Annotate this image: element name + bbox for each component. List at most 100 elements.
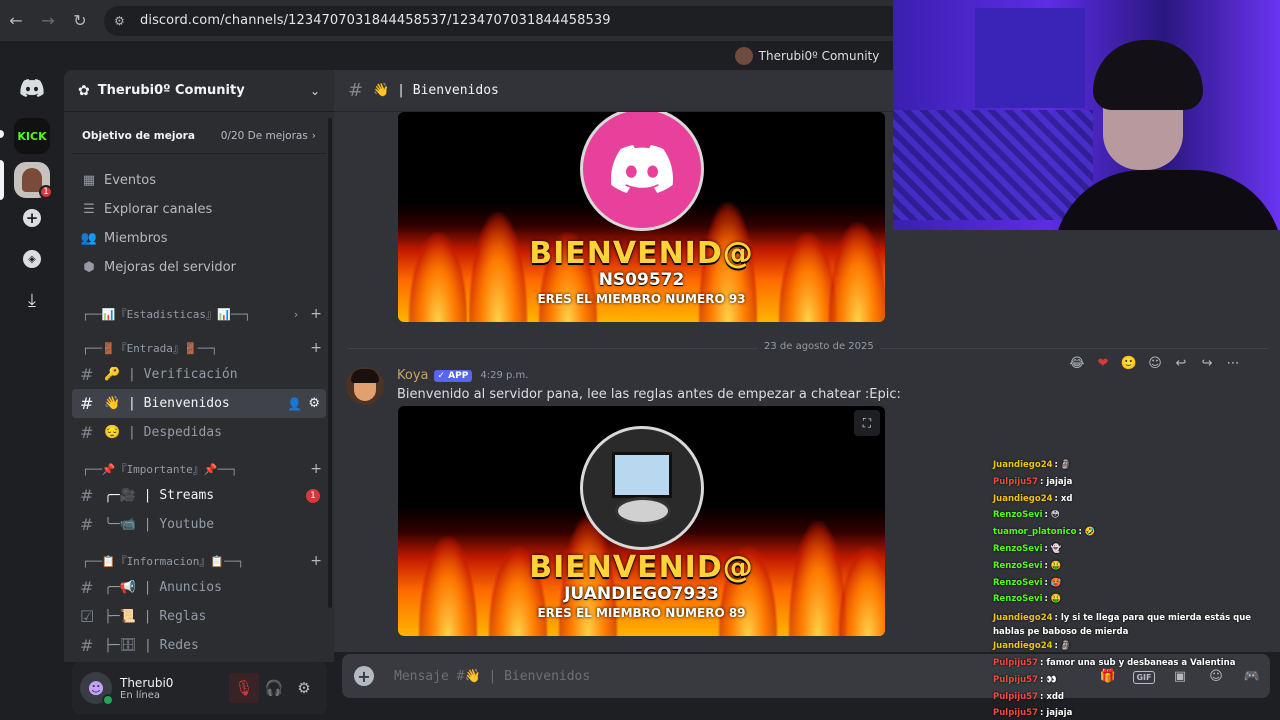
add-channel-icon[interactable]: + — [310, 340, 322, 356]
category-estadisticas[interactable]: ┌──📊『Estadisticas』📊──┐ › + — [64, 302, 334, 326]
chevron-down-icon[interactable]: ⌄ — [310, 84, 320, 98]
boost-goal[interactable]: Objetivo de mejora 0/20 De mejoras › — [72, 118, 326, 154]
text-channel-icon: # — [80, 423, 94, 442]
chat-text: : famor una sub y desbaneas a Valentina — [1040, 657, 1236, 668]
chat-message: RenzoSevi: 👻 — [993, 544, 1273, 561]
server-rail: KICK 1 + ◈ ⤓ — [0, 42, 64, 720]
channel-reglas[interactable]: ☑ ├─📜 | Reglas — [72, 602, 326, 631]
username: Therubi0 — [120, 675, 174, 690]
channel-bienvenidos[interactable]: # 👋 | Bienvenidos 👤 ⚙ — [72, 389, 326, 418]
channel-label: ╭─📢 | Anuncios — [104, 580, 222, 595]
mic-muted-icon[interactable]: 🎙 — [229, 673, 259, 703]
channel-streams[interactable]: # ╭─🎥 | Streams 1 — [72, 481, 326, 510]
invite-icon[interactable]: 👤 — [287, 397, 302, 411]
chat-username: RenzoSevi — [993, 577, 1043, 588]
user-avatar-icon: ☻ — [87, 678, 105, 698]
guild-title: Therubi0º Comunity — [758, 49, 880, 63]
chat-username: Juandiego24 — [993, 641, 1053, 652]
browse-channels-link[interactable]: ☰ Explorar canales — [64, 195, 334, 224]
discord-home-icon[interactable] — [14, 70, 50, 106]
chat-username: Pulpiju57 — [993, 674, 1038, 685]
boost-icon: ⬢ — [83, 260, 95, 275]
add-server-icon[interactable]: + — [14, 200, 50, 236]
gear-icon[interactable]: ⚙ — [308, 396, 320, 411]
chat-text: : xd — [1054, 493, 1073, 504]
browser-toolbar: ← → ↻ ⚙ discord.com/channels/12347070318… — [0, 0, 893, 42]
forward-icon[interactable]: ↪ — [1196, 352, 1218, 374]
reaction-laugh-icon[interactable]: 😂 — [1066, 352, 1088, 374]
server-boosts-link[interactable]: ⬢ Mejoras del servidor — [64, 253, 334, 282]
avatar — [580, 112, 704, 231]
chat-text: : 🤑 — [1044, 560, 1062, 571]
add-channel-icon[interactable]: + — [310, 461, 322, 477]
reaction-heart-icon[interactable]: ❤ — [1092, 352, 1114, 374]
category-label: ┌──📌『Importante』📌──┐ — [82, 463, 238, 476]
chat-username: tuamor_platonico — [993, 527, 1077, 538]
add-reaction-icon[interactable]: ☺ — [1144, 352, 1166, 374]
plate-image — [615, 497, 671, 525]
chat-username: Pulpiju57 — [993, 691, 1038, 702]
back-arrow-icon[interactable]: ← — [0, 0, 32, 42]
server-header[interactable]: ✿ Therubi0º Comunity ⌄ — [64, 70, 334, 112]
embed-expand-icon[interactable]: ⛶ — [854, 410, 880, 436]
reaction-custom-icon[interactable]: 🙂 — [1118, 352, 1140, 374]
events-label: Eventos — [104, 173, 156, 188]
kick-server-icon[interactable]: KICK — [14, 118, 50, 154]
therubi-server-icon[interactable]: 1 — [14, 162, 53, 199]
discord-logo-icon — [611, 145, 673, 193]
category-informacion[interactable]: ┌──📋『Informacion』📋──┐ + — [64, 549, 334, 573]
more-options-icon[interactable]: ⋯ — [1222, 352, 1244, 374]
events-link[interactable]: ▦ Eventos — [64, 166, 334, 195]
channel-label: 🔑 | Verificación — [104, 367, 238, 382]
boost-goal-value: 0/20 De mejoras — [220, 129, 308, 142]
channel-despedidas[interactable]: # 😔 | Despedidas — [72, 418, 326, 447]
add-channel-icon[interactable]: + — [310, 553, 322, 569]
welcome-member-number: ERES EL MIEMBRO NUMERO 93 — [537, 292, 746, 306]
chat-text: : jajaja — [1040, 708, 1073, 719]
address-bar[interactable]: ⚙ discord.com/channels/12347070318444585… — [104, 5, 893, 36]
channel-anuncios[interactable]: # ╭─📢 | Anuncios — [72, 573, 326, 602]
welcome-title: BIENVENID@ — [529, 236, 754, 271]
sidebar-scrollbar[interactable] — [328, 118, 332, 608]
reply-icon[interactable]: ↩ — [1170, 352, 1192, 374]
category-entrada[interactable]: ┌──🚪『Entrada』🚪──┐ + — [64, 336, 334, 360]
avatar[interactable]: ☻ — [80, 672, 114, 706]
avatar[interactable] — [346, 367, 384, 405]
download-icon[interactable]: ⤓ — [14, 282, 50, 318]
add-channel-icon[interactable]: + — [310, 306, 322, 322]
welcome-image[interactable]: BIENVENID@ NS09572 ERES EL MIEMBRO NUMER… — [398, 112, 885, 322]
chat-message: tuamor_platonico: 🤣 — [993, 527, 1273, 544]
gear-icon[interactable]: ⚙ — [289, 673, 319, 703]
headphones-icon[interactable]: 🎧 — [259, 673, 289, 703]
members-link[interactable]: 👥 Miembros — [64, 224, 334, 253]
members-icon: 👥 — [80, 231, 98, 246]
welcome-member-number: ERES EL MIEMBRO NUMERO 89 — [537, 606, 746, 620]
site-settings-icon[interactable]: ⚙ — [114, 14, 134, 28]
explore-compass-icon[interactable]: ◈ — [14, 241, 50, 277]
list-icon: ☰ — [83, 202, 95, 217]
chat-text: : 😳 — [1044, 510, 1060, 521]
user-info[interactable]: Therubi0 En línea — [120, 676, 229, 701]
chat-message: RenzoSevi: 🤑 — [993, 594, 1273, 611]
category-label: ┌──📊『Estadisticas』📊──┐ — [82, 308, 251, 321]
message-timestamp: 4:29 p.m. — [480, 370, 529, 381]
chat-text: : 🥵 — [1044, 577, 1062, 588]
kick-label: KICK — [17, 129, 47, 143]
chat-username: RenzoSevi — [993, 510, 1043, 521]
category-importante[interactable]: ┌──📌『Importante』📌──┐ + — [64, 457, 334, 481]
server-boosts-label: Mejoras del servidor — [104, 260, 236, 275]
forward-arrow-icon[interactable]: → — [32, 0, 64, 42]
channel-verificacion[interactable]: # 🔑 | Verificación — [72, 360, 326, 389]
browse-channels-label: Explorar canales — [104, 202, 213, 217]
channel-redes[interactable]: # ├─🗄 | Redes — [72, 631, 326, 660]
add-attachment-icon[interactable]: + — [354, 666, 374, 686]
message-input[interactable]: Mensaje #👋 | Bienvenidos — [394, 669, 1090, 684]
reload-icon[interactable]: ↻ — [64, 0, 96, 42]
channel-youtube[interactable]: # ╰─📹 | Youtube — [72, 510, 326, 539]
chat-username: Juandiego24 — [993, 493, 1053, 504]
welcome-image[interactable]: BIENVENID@ JUANDIEGO7933 ERES EL MIEMBRO… — [398, 406, 885, 636]
message-author[interactable]: Koya — [397, 368, 429, 383]
date-label: 23 de agosto de 2025 — [758, 341, 880, 352]
webcam-overlay — [893, 0, 1280, 230]
chat-message: Pulpiju57: jajaja — [993, 708, 1273, 720]
